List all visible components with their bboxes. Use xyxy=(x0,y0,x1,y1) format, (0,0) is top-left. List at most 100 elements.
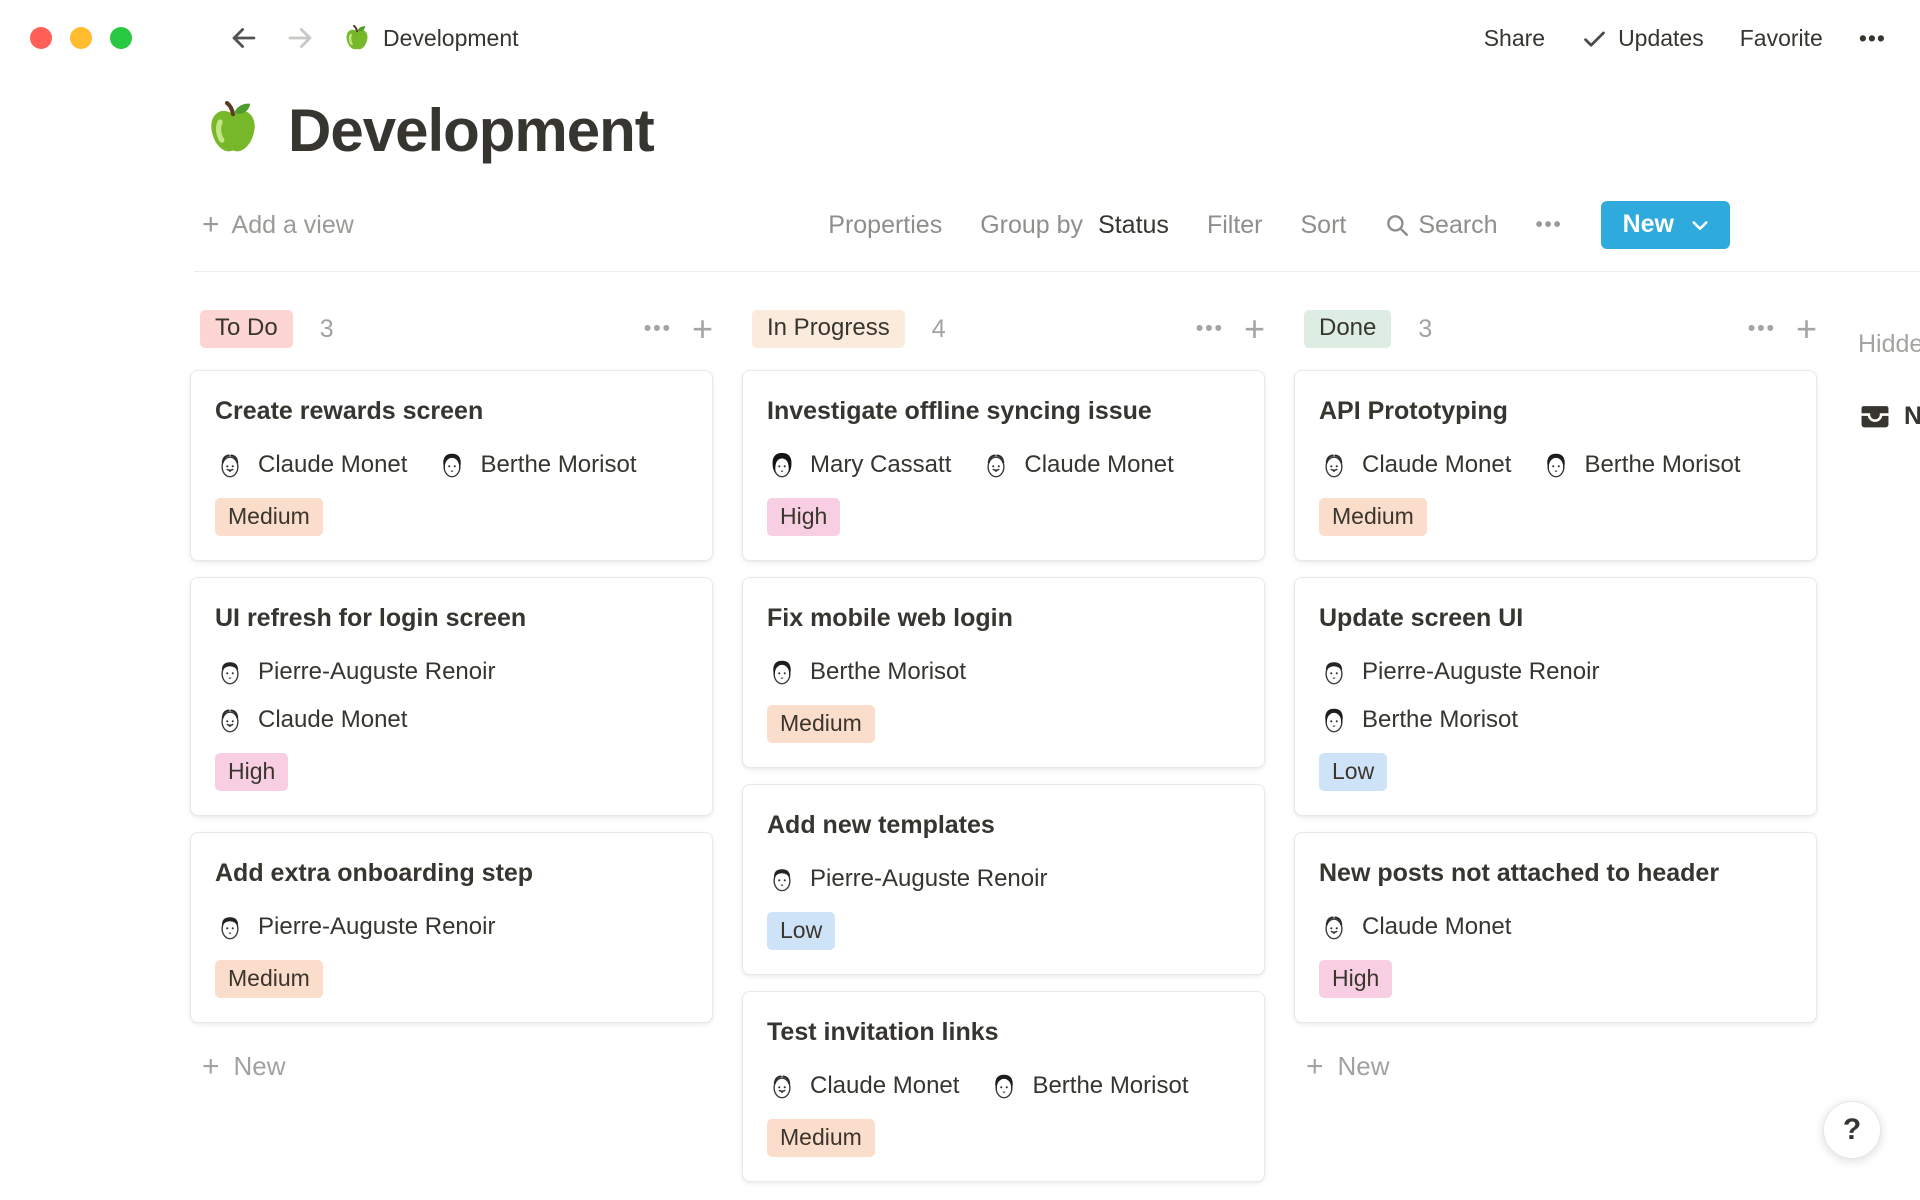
forward-arrow-icon[interactable] xyxy=(282,20,318,56)
column-options-icon[interactable]: ••• xyxy=(644,317,672,341)
priority-badge: Medium xyxy=(767,705,875,743)
assignee-name: Claude Monet xyxy=(1362,451,1511,479)
avatar-pierre-auguste-renoir-icon xyxy=(767,864,797,894)
kanban-card[interactable]: Create rewards screen Claude Monet Berth… xyxy=(190,370,713,561)
card-title: Fix mobile web login xyxy=(767,604,1240,633)
priority-badge: High xyxy=(215,753,288,791)
card-assignees: Pierre-Auguste Renoir Claude Monet xyxy=(215,657,688,735)
kanban-card[interactable]: Test invitation links Claude Monet Berth… xyxy=(742,991,1265,1182)
zoom-window-icon[interactable] xyxy=(110,27,132,49)
add-view-button[interactable]: + Add a view xyxy=(202,210,354,240)
priority-badge: Medium xyxy=(215,960,323,998)
card-assignees: Claude Monet xyxy=(1319,912,1792,942)
share-label: Share xyxy=(1484,25,1545,52)
assignee-row: Claude Monet xyxy=(1319,912,1792,942)
breadcrumb-title: Development xyxy=(383,25,519,52)
priority-badge: Medium xyxy=(767,1119,875,1157)
column-add-icon[interactable]: + xyxy=(1244,311,1265,347)
plus-icon: + xyxy=(1306,1052,1324,1082)
assignee-row: Pierre-Auguste Renoir xyxy=(767,864,1240,894)
column-status-badge[interactable]: To Do xyxy=(200,310,293,348)
kanban-card[interactable]: Update screen UI Pierre-Auguste Renoir B… xyxy=(1294,577,1817,816)
assignee: Claude Monet xyxy=(215,705,407,735)
assignee: Claude Monet xyxy=(981,450,1173,480)
avatar-claude-monet-icon xyxy=(1319,450,1349,480)
back-arrow-icon[interactable] xyxy=(226,20,262,56)
kanban-card[interactable]: Add new templates Pierre-Auguste Renoir … xyxy=(742,784,1265,975)
card-title: UI refresh for login screen xyxy=(215,604,688,633)
new-card-label: New xyxy=(234,1051,286,1082)
minimize-window-icon[interactable] xyxy=(70,27,92,49)
kanban-card[interactable]: Investigate offline syncing issue Mary C… xyxy=(742,370,1265,561)
favorite-button[interactable]: Favorite xyxy=(1740,25,1823,52)
assignee-name: Berthe Morisot xyxy=(1584,451,1740,479)
hidden-group-item[interactable]: N xyxy=(1858,399,1920,433)
assignee-row: Claude Monet Berthe Morisot xyxy=(215,450,688,480)
toolbar-divider xyxy=(194,271,1920,272)
more-options-icon[interactable]: ••• xyxy=(1859,25,1886,52)
group-by-button[interactable]: Group by Status xyxy=(980,211,1169,240)
avatar-claude-monet-icon xyxy=(215,450,245,480)
column-count: 4 xyxy=(932,315,946,344)
assignee: Berthe Morisot xyxy=(989,1071,1188,1101)
assignee-name: Claude Monet xyxy=(258,706,407,734)
assignee: Claude Monet xyxy=(767,1071,959,1101)
kanban-card[interactable]: UI refresh for login screen Pierre-Augus… xyxy=(190,577,713,816)
column-options-icon[interactable]: ••• xyxy=(1748,317,1776,341)
column-header: To Do 3 ••• + xyxy=(190,308,713,350)
kanban-card[interactable]: New posts not attached to header Claude … xyxy=(1294,832,1817,1023)
assignee: Pierre-Auguste Renoir xyxy=(767,864,1047,894)
card-assignees: Mary Cassatt Claude Monet xyxy=(767,450,1240,480)
sidebar-menu-icon[interactable] xyxy=(168,24,206,52)
assignee: Pierre-Auguste Renoir xyxy=(1319,657,1599,687)
sort-button[interactable]: Sort xyxy=(1301,211,1347,240)
avatar-berthe-morisot-icon xyxy=(767,657,797,687)
column-status-badge[interactable]: Done xyxy=(1304,310,1391,348)
kanban-card[interactable]: Add extra onboarding step Pierre-Auguste… xyxy=(190,832,713,1023)
properties-button[interactable]: Properties xyxy=(828,211,942,240)
group-by-value: Status xyxy=(1098,211,1169,240)
kanban-card[interactable]: Fix mobile web login Berthe Morisot Medi… xyxy=(742,577,1265,768)
card-assignees: Pierre-Auguste Renoir xyxy=(215,912,688,942)
column-add-icon[interactable]: + xyxy=(1796,311,1817,347)
kanban-card[interactable]: API Prototyping Claude Monet Berthe Mori… xyxy=(1294,370,1817,561)
assignee-name: Berthe Morisot xyxy=(480,451,636,479)
view-options-icon[interactable]: ••• xyxy=(1536,214,1563,237)
column-cards: API Prototyping Claude Monet Berthe Mori… xyxy=(1294,370,1817,1023)
filter-button[interactable]: Filter xyxy=(1207,211,1263,240)
card-title: New posts not attached to header xyxy=(1319,859,1792,888)
assignee-name: Berthe Morisot xyxy=(1032,1072,1188,1100)
plus-icon: + xyxy=(202,210,220,240)
card-assignees: Claude Monet Berthe Morisot xyxy=(215,450,688,480)
search-button[interactable]: Search xyxy=(1384,211,1497,240)
updates-button[interactable]: Updates xyxy=(1581,25,1704,52)
add-view-label: Add a view xyxy=(232,211,354,240)
card-assignees: Pierre-Auguste Renoir xyxy=(767,864,1240,894)
share-button[interactable]: Share xyxy=(1484,25,1545,52)
group-by-label: Group by xyxy=(980,211,1083,240)
column-add-icon[interactable]: + xyxy=(692,311,713,347)
close-window-icon[interactable] xyxy=(30,27,52,49)
avatar-berthe-morisot-icon xyxy=(1541,450,1571,480)
assignee: Claude Monet xyxy=(215,450,407,480)
assignee-row: Berthe Morisot xyxy=(767,657,1240,687)
priority-badge: Low xyxy=(767,912,835,950)
page-title-text[interactable]: Development xyxy=(288,96,654,165)
column-count: 3 xyxy=(1418,315,1432,344)
column-count: 3 xyxy=(320,315,334,344)
column-status-badge[interactable]: In Progress xyxy=(752,310,905,348)
help-button[interactable]: ? xyxy=(1823,1101,1881,1159)
updates-label: Updates xyxy=(1618,25,1704,52)
priority-badge: High xyxy=(767,498,840,536)
breadcrumb[interactable]: Development xyxy=(342,23,519,53)
column-options-icon[interactable]: ••• xyxy=(1196,317,1224,341)
page-icon-apple[interactable] xyxy=(202,97,264,164)
window-controls[interactable] xyxy=(30,27,132,49)
new-card-button[interactable]: + New xyxy=(1306,1051,1817,1082)
card-title: Update screen UI xyxy=(1319,604,1792,633)
inbox-icon xyxy=(1858,399,1892,433)
new-button[interactable]: New xyxy=(1601,201,1730,249)
new-card-button[interactable]: + New xyxy=(202,1051,713,1082)
chevron-down-icon xyxy=(1690,215,1710,235)
assignee-name: Claude Monet xyxy=(810,1072,959,1100)
